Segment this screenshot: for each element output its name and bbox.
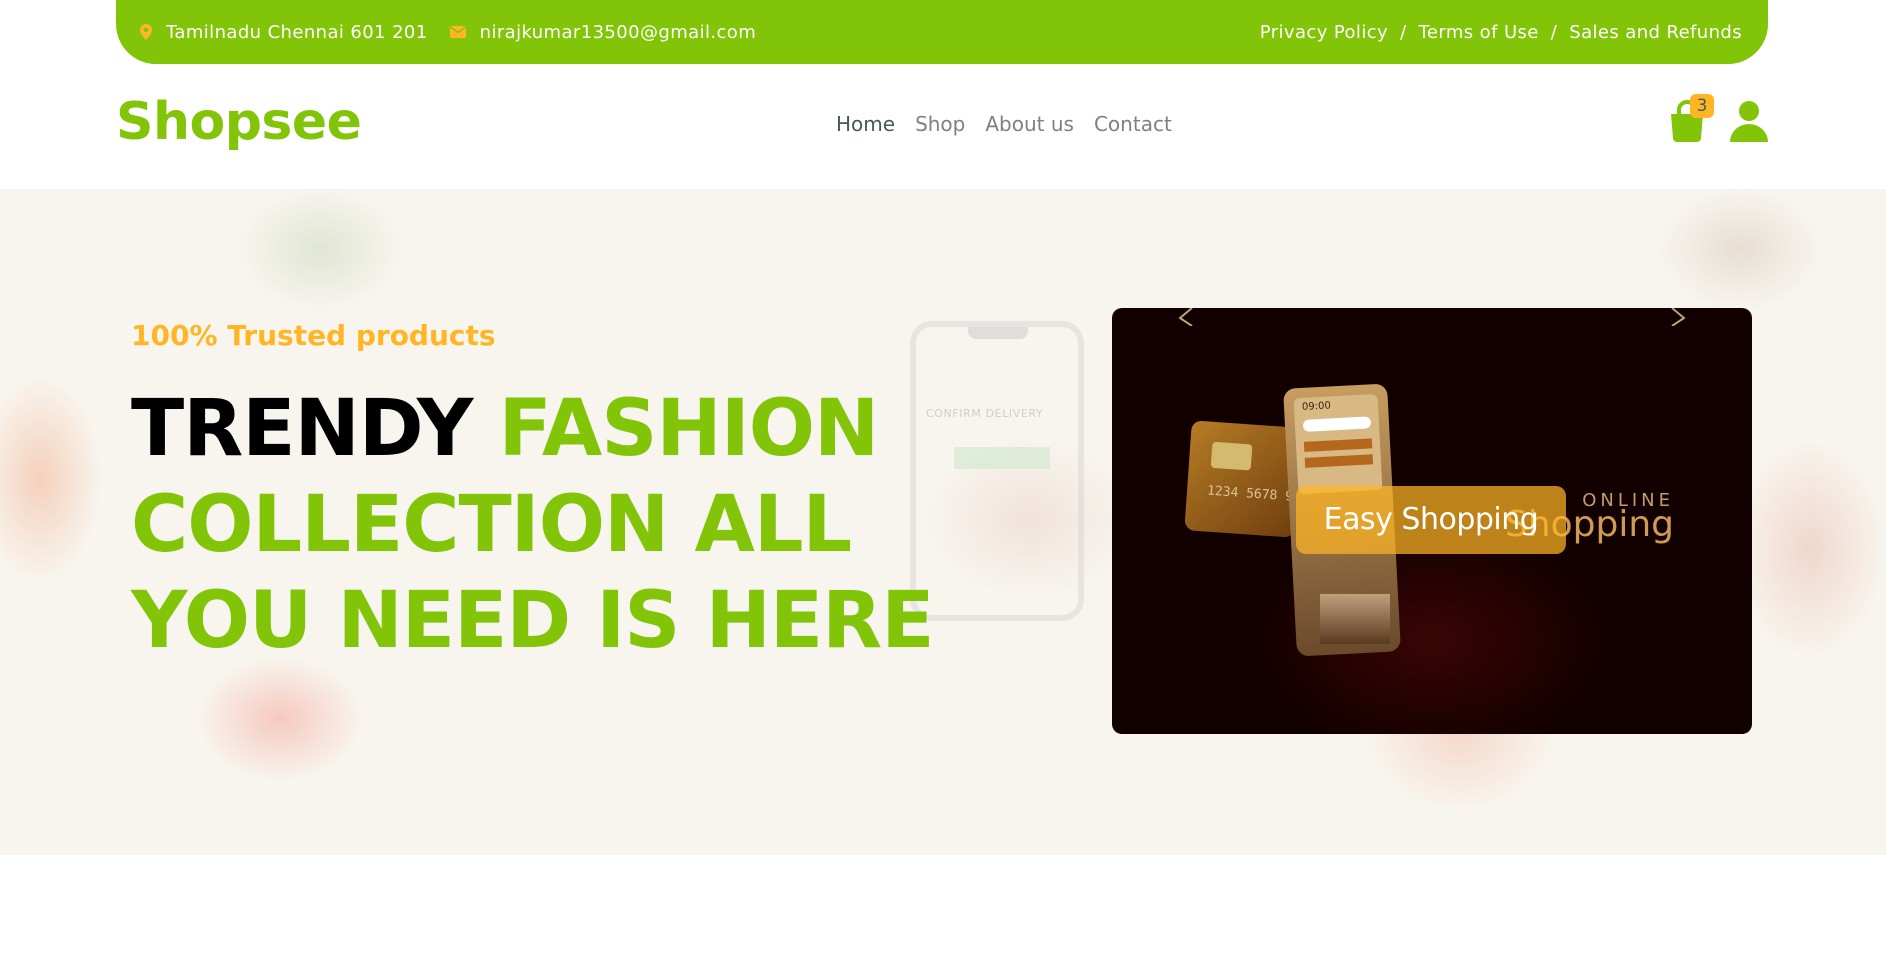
envelope-icon — [449, 26, 466, 38]
phone-notch — [968, 327, 1028, 339]
nav-home[interactable]: Home — [836, 112, 895, 136]
chevron-left-icon — [1178, 308, 1193, 327]
topbar-email[interactable]: nirajkumar13500@gmail.com — [449, 21, 757, 43]
store-stairs-image — [1320, 594, 1390, 644]
hero-section: CONFIRM DELIVERY 100% Trusted products T… — [0, 189, 1886, 855]
brand-logo[interactable]: Shopsee — [116, 92, 362, 152]
topbar-address: Tamilnadu Chennai 601 201 — [140, 22, 428, 43]
topbar: Tamilnadu Chennai 601 201 nirajkumar1350… — [116, 0, 1768, 64]
phone-search-bar — [1302, 416, 1372, 432]
hero-headline: TRENDY FASHION COLLECTION ALL YOU NEED I… — [131, 381, 1031, 669]
nav-about-us[interactable]: About us — [985, 112, 1074, 136]
hero-tagline: 100% Trusted products — [131, 319, 496, 352]
separator: / — [1550, 21, 1558, 43]
email-text: nirajkumar13500@gmail.com — [479, 21, 757, 43]
user-account-button[interactable] — [1730, 100, 1768, 147]
phone-time: 09:00 — [1301, 400, 1332, 413]
card-number: 1234 5678 90 — [1206, 483, 1302, 506]
card-chip — [1210, 441, 1253, 471]
headline-dark-word: TRENDY — [131, 384, 473, 474]
nav-icons: 3 — [1668, 94, 1768, 147]
main-menu: Home Shop About us Contact — [836, 112, 1192, 136]
separator: / — [1400, 21, 1407, 43]
phone-stripe — [1304, 454, 1374, 468]
nav-contact[interactable]: Contact — [1094, 112, 1172, 136]
navbar: Shopsee Home Shop About us Contact 3 — [0, 64, 1886, 189]
carousel-next-button[interactable] — [1666, 308, 1690, 331]
sales-refunds-link[interactable]: Sales and Refunds — [1569, 22, 1742, 43]
cart-count-badge: 3 — [1690, 94, 1714, 118]
credit-card-image: 1234 5678 90 — [1184, 420, 1302, 538]
hero-carousel[interactable]: 1234 5678 90 09:00 ONLINE Shopping Easy … — [1112, 308, 1752, 734]
topbar-links: Privacy Policy / Terms of Use / Sales an… — [1260, 22, 1742, 43]
user-icon — [1730, 101, 1768, 142]
phone-stripe — [1303, 438, 1373, 452]
phone-screen: 09:00 — [1293, 393, 1383, 495]
cart-button[interactable]: 3 — [1668, 94, 1714, 147]
carousel-caption: Easy Shopping — [1296, 486, 1566, 554]
carousel-prev-button[interactable] — [1174, 308, 1198, 331]
nav-shop[interactable]: Shop — [915, 112, 965, 136]
terms-of-use-link[interactable]: Terms of Use — [1419, 22, 1539, 43]
map-marker-icon — [140, 24, 152, 40]
privacy-policy-link[interactable]: Privacy Policy — [1260, 22, 1388, 43]
topbar-contact: Tamilnadu Chennai 601 201 nirajkumar1350… — [140, 22, 778, 43]
address-text: Tamilnadu Chennai 601 201 — [166, 21, 428, 43]
chevron-right-icon — [1671, 308, 1686, 327]
